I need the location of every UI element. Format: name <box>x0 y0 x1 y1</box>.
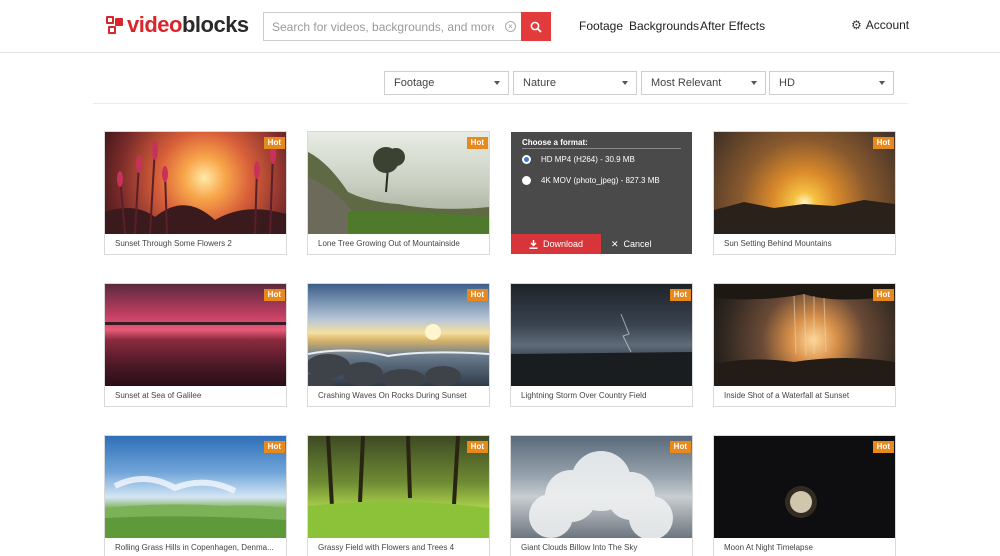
video-thumbnail[interactable] <box>511 436 692 538</box>
radio-button-selected[interactable] <box>522 155 531 164</box>
rocks-waves <box>308 324 489 386</box>
filter-divider <box>93 103 908 104</box>
sort-select[interactable]: Most Relevant <box>641 71 766 95</box>
category-select-value: Nature <box>523 77 557 89</box>
flowers-silhouette <box>105 140 286 234</box>
video-title[interactable]: Giant Clouds Billow Into The Sky <box>521 543 686 552</box>
hot-badge: Hot <box>466 137 488 149</box>
video-thumbnail[interactable] <box>511 284 692 386</box>
sea-horizon <box>105 322 286 325</box>
grass-hills <box>105 475 286 538</box>
video-title[interactable]: Crashing Waves On Rocks During Sunset <box>318 391 483 400</box>
format-chooser: Choose a format: HD MP4 (H264) - 30.9 MB… <box>511 132 692 254</box>
hot-badge: Hot <box>263 137 285 149</box>
resolution-select-value: HD <box>779 77 795 89</box>
download-label: Download <box>542 239 584 249</box>
chevron-down-icon <box>751 81 757 85</box>
type-select-value: Footage <box>394 77 435 89</box>
search-box: × <box>263 12 521 41</box>
account-menu[interactable]: ⚙ Account <box>851 18 909 32</box>
video-card[interactable]: Hot Crashing Waves On Rocks During Sunse… <box>307 283 490 407</box>
nav-after-effects[interactable]: After Effects <box>700 19 765 33</box>
hot-badge: Hot <box>872 137 894 149</box>
category-select[interactable]: Nature <box>513 71 637 95</box>
video-card[interactable]: Hot Moon At Night Timelapse <box>713 435 896 556</box>
video-title[interactable]: Moon At Night Timelapse <box>724 543 889 552</box>
resolution-select[interactable]: HD <box>769 71 894 95</box>
forest-field <box>308 436 489 538</box>
download-icon <box>529 239 538 249</box>
mountains-silhouette <box>714 200 895 234</box>
gear-icon: ⚙ <box>851 18 862 32</box>
video-title[interactable]: Lightning Storm Over Country Field <box>521 391 686 400</box>
video-thumbnail[interactable] <box>714 436 895 538</box>
video-card[interactable]: Hot Lone Tree Growing Out of Mountainsid… <box>307 131 490 255</box>
moon <box>785 486 817 518</box>
video-thumbnail[interactable] <box>105 284 286 386</box>
video-card[interactable]: Hot Giant Clouds Billow Into The Sky <box>510 435 693 556</box>
radio-button[interactable] <box>522 176 531 185</box>
sort-select-value: Most Relevant <box>651 77 722 89</box>
hot-badge: Hot <box>263 289 285 301</box>
hot-badge: Hot <box>466 289 488 301</box>
video-thumbnail[interactable] <box>308 436 489 538</box>
search-input[interactable] <box>264 13 494 40</box>
video-thumbnail[interactable] <box>308 284 489 386</box>
download-button[interactable]: Download <box>511 234 601 254</box>
video-card[interactable]: Hot Sun Setting Behind Mountains <box>713 131 896 255</box>
nav-footage[interactable]: Footage <box>579 19 623 33</box>
search-button[interactable] <box>521 12 551 41</box>
cancel-button[interactable]: ✕ Cancel <box>611 234 652 254</box>
hot-badge: Hot <box>872 289 894 301</box>
storm-field <box>511 313 692 386</box>
tree-mountain <box>308 147 489 234</box>
waterfall-cave <box>714 284 895 386</box>
video-thumbnail[interactable] <box>105 436 286 538</box>
logo-icon <box>106 16 124 34</box>
video-card[interactable]: Hot Sunset Through Some Flowers 2 <box>104 131 287 255</box>
chooser-divider <box>522 148 681 149</box>
chevron-down-icon <box>879 81 885 85</box>
hot-badge: Hot <box>263 441 285 453</box>
clouds <box>529 451 673 538</box>
video-thumbnail[interactable] <box>714 132 895 234</box>
format-option-label: HD MP4 (H264) - 30.9 MB <box>541 155 635 164</box>
chooser-title: Choose a format: <box>522 138 588 147</box>
videoblocks-logo[interactable]: videoblocks <box>106 12 249 38</box>
top-header: videoblocks × Footage Backgrounds After … <box>0 0 1000 53</box>
chevron-down-icon <box>622 81 628 85</box>
hot-badge: Hot <box>669 289 691 301</box>
account-label: Account <box>865 18 910 32</box>
format-option-label: 4K MOV (photo_jpeg) - 827.3 MB <box>541 176 660 185</box>
hot-badge: Hot <box>872 441 894 453</box>
video-title[interactable]: Sun Setting Behind Mountains <box>724 239 889 248</box>
clear-search-icon[interactable]: × <box>505 21 516 32</box>
close-icon: ✕ <box>611 238 619 249</box>
type-select[interactable]: Footage <box>384 71 509 95</box>
video-thumbnail[interactable] <box>714 284 895 386</box>
video-title[interactable]: Grassy Field with Flowers and Trees 4 <box>318 543 483 552</box>
video-card[interactable]: Hot Inside Shot of a Waterfall at Sunset <box>713 283 896 407</box>
video-card[interactable]: Hot Sunset at Sea of Galilee <box>104 283 287 407</box>
search-icon <box>530 21 542 33</box>
video-title[interactable]: Sunset at Sea of Galilee <box>115 391 280 400</box>
video-card[interactable]: Hot Rolling Grass Hills in Copenhagen, D… <box>104 435 287 556</box>
logo-text: videoblocks <box>127 12 249 37</box>
format-option-4k[interactable]: 4K MOV (photo_jpeg) - 827.3 MB <box>522 176 660 185</box>
video-thumbnail[interactable] <box>308 132 489 234</box>
video-thumbnail[interactable] <box>105 132 286 234</box>
format-option-hd[interactable]: HD MP4 (H264) - 30.9 MB <box>522 155 635 164</box>
nav-backgrounds[interactable]: Backgrounds <box>629 19 699 33</box>
cancel-label: Cancel <box>623 239 652 249</box>
video-title[interactable]: Lone Tree Growing Out of Mountainside <box>318 239 483 248</box>
hot-badge: Hot <box>669 441 691 453</box>
video-card[interactable]: Hot Grassy Field with Flowers and Trees … <box>307 435 490 556</box>
chevron-down-icon <box>494 81 500 85</box>
hot-badge: Hot <box>466 441 488 453</box>
video-title[interactable]: Sunset Through Some Flowers 2 <box>115 239 280 248</box>
video-title[interactable]: Inside Shot of a Waterfall at Sunset <box>724 391 889 400</box>
video-card[interactable]: Hot Lightning Storm Over Country Field <box>510 283 693 407</box>
video-title[interactable]: Rolling Grass Hills in Copenhagen, Denma… <box>115 543 280 552</box>
